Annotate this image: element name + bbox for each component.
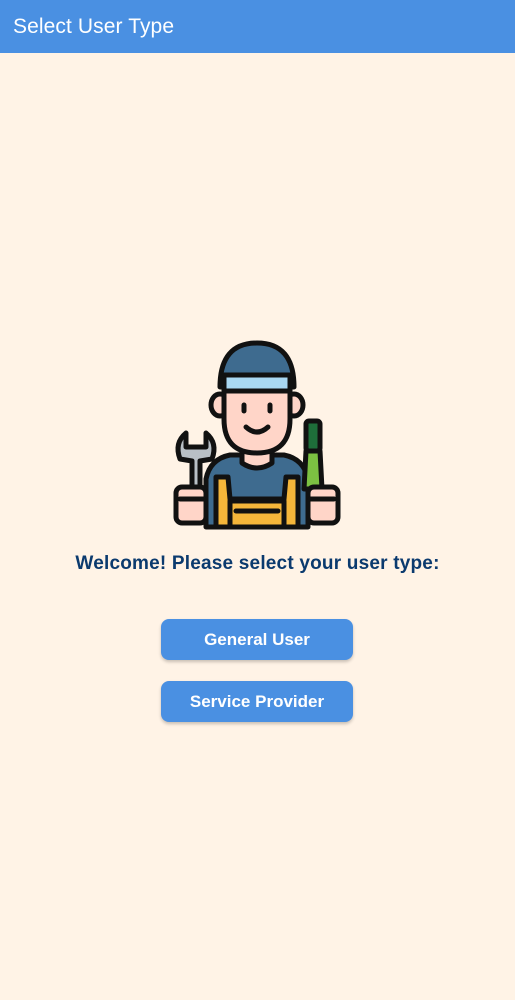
page-title: Select User Type — [13, 14, 175, 38]
app-bar: Select User Type — [0, 0, 515, 53]
general-user-button[interactable]: General User — [161, 619, 353, 660]
welcome-heading: Welcome! Please select your user type: — [75, 553, 440, 574]
mechanic-worker-icon — [170, 339, 344, 531]
main-content: Welcome! Please select your user type: G… — [0, 53, 515, 1000]
service-provider-button[interactable]: Service Provider — [161, 681, 353, 722]
